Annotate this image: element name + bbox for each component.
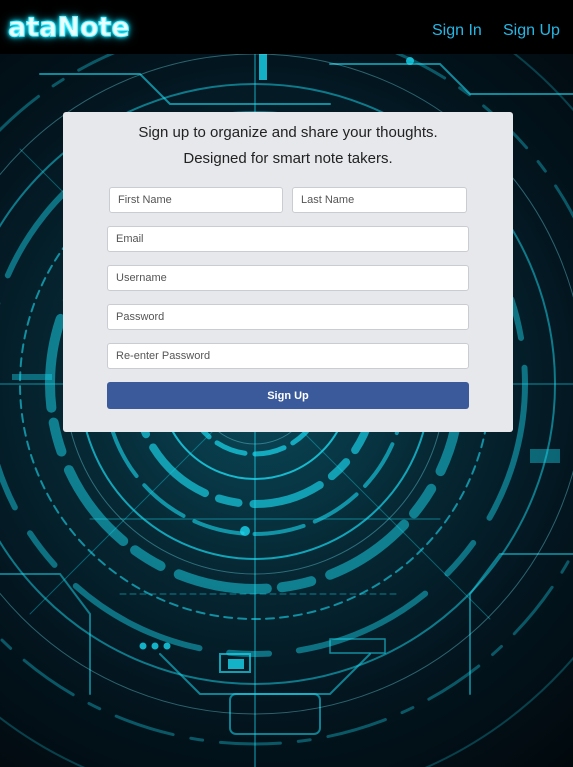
signup-tagline-secondary: Designed for smart note takers.: [183, 150, 393, 167]
first-name-field[interactable]: [109, 187, 283, 213]
username-field[interactable]: [107, 265, 469, 291]
password-field[interactable]: [107, 304, 469, 330]
nav-sign-in-link[interactable]: Sign In: [432, 22, 482, 40]
email-field[interactable]: [107, 226, 469, 252]
nav-sign-up-link[interactable]: Sign Up: [503, 22, 560, 40]
last-name-field[interactable]: [292, 187, 467, 213]
signup-tagline-primary: Sign up to organize and share your thoug…: [138, 124, 438, 141]
site-logo[interactable]: ataNote: [8, 8, 131, 48]
sign-up-button[interactable]: Sign Up: [107, 382, 469, 409]
top-navbar: ataNote Sign In Sign Up: [0, 0, 573, 54]
signup-card: Sign up to organize and share your thoug…: [63, 112, 513, 432]
reenter-password-field[interactable]: [107, 343, 469, 369]
